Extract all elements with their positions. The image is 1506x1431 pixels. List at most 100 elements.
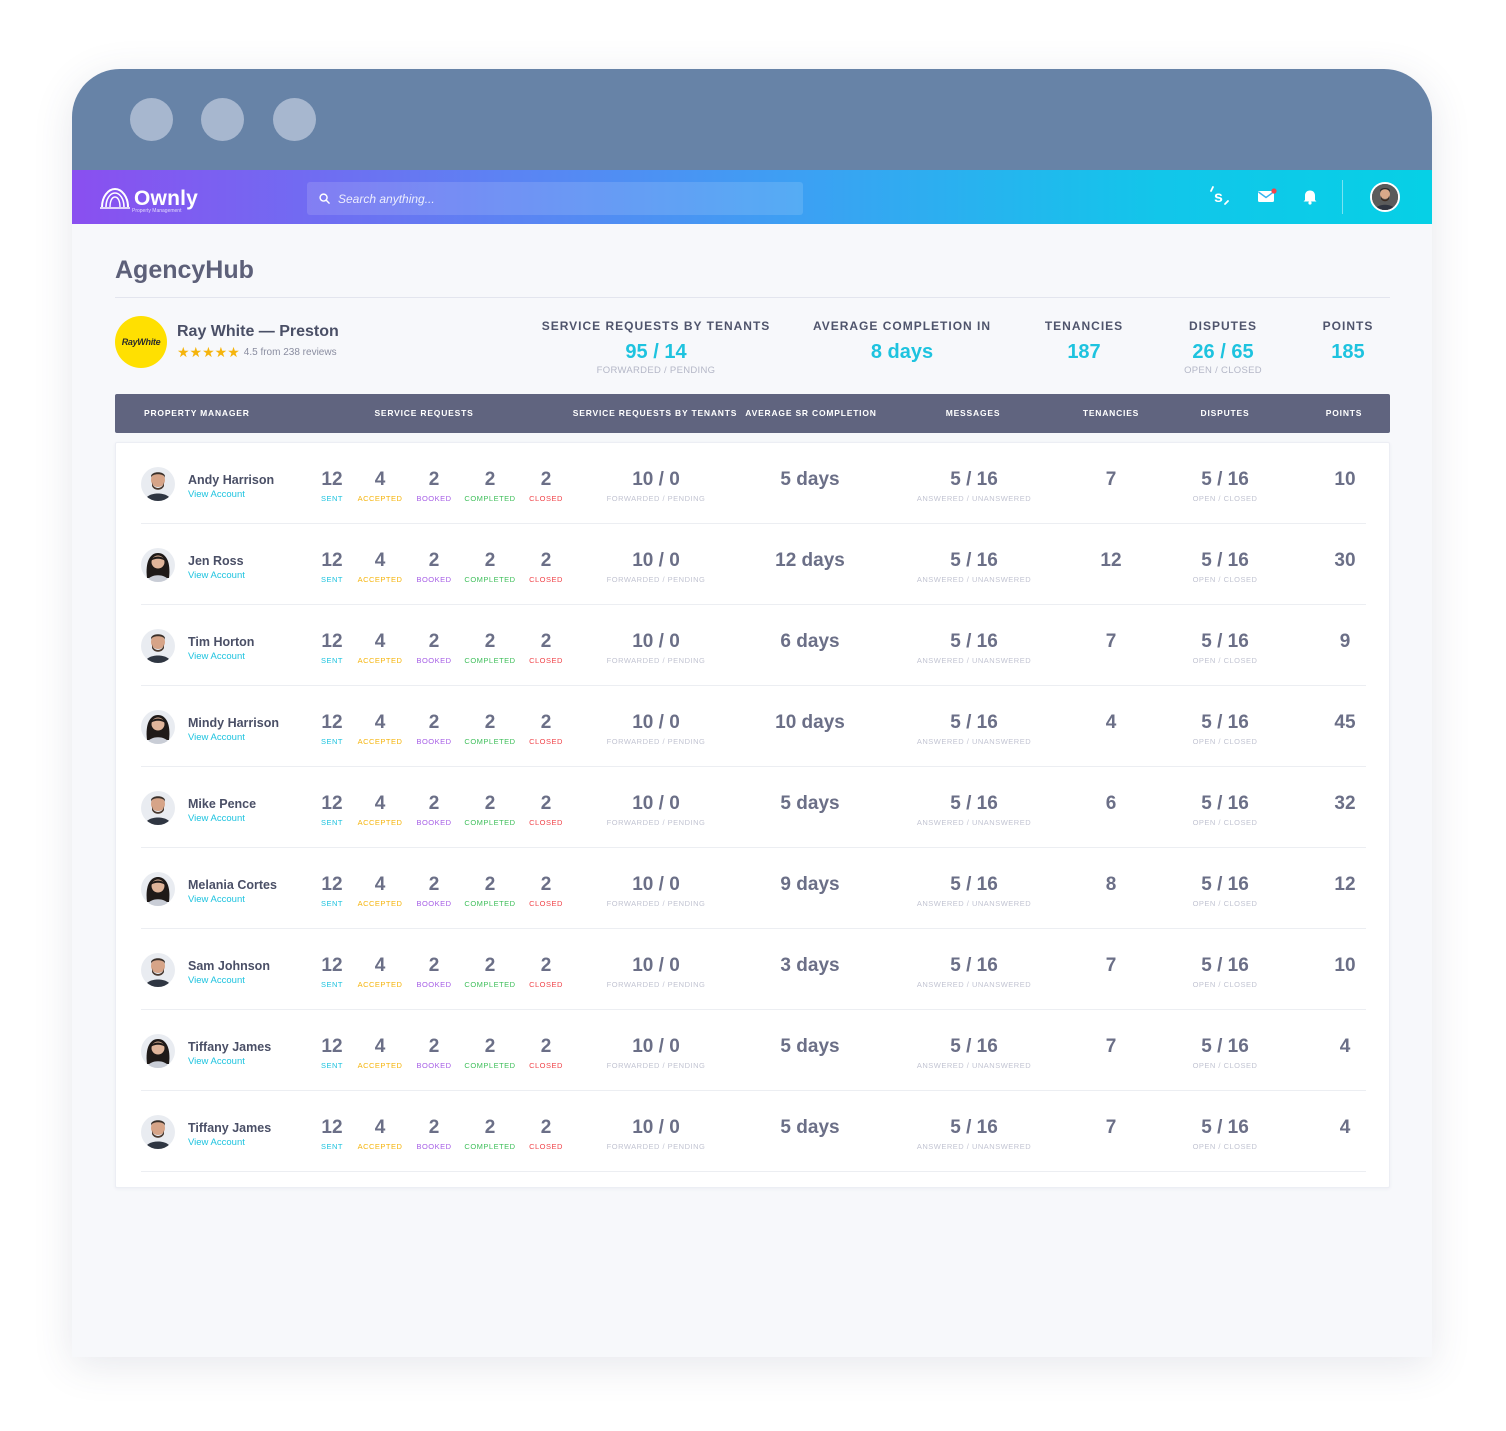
logo-subtext: Property Management	[132, 208, 182, 214]
sr-accepted-label: ACCEPTED	[357, 899, 403, 908]
header-service-requests[interactable]: SERVICE REQUESTS	[374, 394, 473, 433]
sr-sent-label: SENT	[320, 494, 344, 503]
agency-summary: RayWhite Ray White — Preston ★★★★★ 4.5 f…	[115, 316, 415, 368]
sr-closed-label: CLOSED	[529, 1142, 563, 1151]
sr-booked-label: BOOKED	[416, 1061, 452, 1070]
table-header: PROPERTY MANAGER SERVICE REQUESTS SERVIC…	[115, 394, 1390, 433]
sr-accepted-value: 4	[374, 793, 386, 814]
header-tenancies[interactable]: TENANCIES	[1083, 394, 1139, 433]
search-input[interactable]	[338, 191, 778, 206]
avg-sr-completion-value: 5 days	[780, 1036, 840, 1057]
view-account-link[interactable]: View Account	[188, 975, 245, 986]
search-icon	[319, 193, 330, 204]
sr-closed-value: 2	[540, 712, 552, 733]
view-account-link[interactable]: View Account	[188, 489, 245, 500]
header-disputes[interactable]: DISPUTES	[1201, 394, 1250, 433]
points-value: 12	[1334, 874, 1356, 895]
star-rating-icon: ★★★★★	[177, 344, 240, 360]
logo-text: Ownly	[134, 186, 199, 210]
sr-completed-value: 2	[484, 550, 496, 571]
view-account-link[interactable]: View Account	[188, 651, 245, 662]
sr-by-tenants: 10 / 0 FORWARDED / PENDING	[607, 1117, 706, 1151]
manager-avatar	[141, 629, 175, 663]
view-account-link[interactable]: View Account	[188, 813, 245, 824]
sr-completed: 2 COMPLETED	[464, 1117, 515, 1151]
avg-sr-completion-value: 5 days	[780, 1117, 840, 1138]
ownly-logo[interactable]: Ownly Property Management	[98, 182, 198, 214]
sr-sent: 12 SENT	[321, 712, 343, 746]
sr-by-tenants-label: FORWARDED / PENDING	[606, 737, 706, 746]
view-account-link[interactable]: View Account	[188, 1056, 245, 1067]
mail-icon[interactable]	[1257, 188, 1277, 204]
sr-completed-value: 2	[484, 631, 496, 652]
sr-accepted: 4 ACCEPTED	[358, 469, 403, 503]
header-points[interactable]: POINTS	[1326, 394, 1362, 433]
points: 45	[1334, 712, 1355, 734]
disputes-label: OPEN / CLOSED	[1192, 899, 1258, 908]
header-sr-by-tenants[interactable]: SERVICE REQUESTS BY TENANTS	[573, 394, 737, 433]
points-value: 4	[1339, 1117, 1351, 1138]
header-avg-sr-completion[interactable]: AVERAGE SR COMPLETION	[745, 394, 876, 433]
sr-closed-value: 2	[540, 550, 552, 571]
sr-sent-label: SENT	[320, 737, 344, 746]
points: 9	[1340, 631, 1351, 653]
messages-label: ANSWERED / UNANSWERED	[916, 575, 1032, 584]
manager-avatar	[141, 710, 175, 744]
sr-completed-value: 2	[484, 1036, 496, 1057]
window-dot-minimize[interactable]	[201, 98, 244, 141]
points: 4	[1340, 1036, 1351, 1058]
points: 32	[1334, 793, 1355, 815]
tenancies-value: 7	[1105, 1117, 1117, 1138]
manager-avatar	[141, 548, 175, 582]
messages: 5 / 16 ANSWERED / UNANSWERED	[917, 712, 1031, 746]
sr-closed-label: CLOSED	[529, 980, 563, 989]
messages-label: ANSWERED / UNANSWERED	[916, 818, 1032, 827]
sr-closed-label: CLOSED	[529, 737, 563, 746]
sr-accepted: 4 ACCEPTED	[358, 874, 403, 908]
avg-sr-completion: 10 days	[775, 712, 845, 734]
user-avatar[interactable]	[1370, 182, 1400, 212]
sr-booked: 2 BOOKED	[416, 712, 451, 746]
sr-booked-value: 2	[428, 874, 440, 895]
sr-booked-label: BOOKED	[416, 818, 452, 827]
sr-accepted: 4 ACCEPTED	[358, 550, 403, 584]
view-account-link[interactable]: View Account	[188, 1137, 245, 1148]
sr-booked: 2 BOOKED	[416, 469, 451, 503]
view-account-link[interactable]: View Account	[188, 570, 245, 581]
search-bar[interactable]	[307, 182, 803, 215]
messages: 5 / 16 ANSWERED / UNANSWERED	[917, 1036, 1031, 1070]
bell-icon[interactable]	[1302, 188, 1318, 205]
disputes-label: OPEN / CLOSED	[1192, 737, 1258, 746]
sr-accepted-label: ACCEPTED	[357, 980, 403, 989]
sr-by-tenants-value: 10 / 0	[632, 874, 680, 895]
sr-sent: 12 SENT	[321, 955, 343, 989]
sr-booked-value: 2	[428, 631, 440, 652]
manager-name: Tiffany James	[188, 1040, 272, 1054]
sr-sent: 12 SENT	[321, 550, 343, 584]
sr-booked-label: BOOKED	[416, 1142, 452, 1151]
browser-chrome	[72, 69, 1432, 170]
header-messages[interactable]: MESSAGES	[946, 394, 1001, 433]
sr-sent-label: SENT	[320, 1142, 344, 1151]
header-property-manager[interactable]: PROPERTY MANAGER	[144, 394, 250, 433]
disputes: 5 / 16 OPEN / CLOSED	[1193, 1036, 1258, 1070]
sr-booked: 2 BOOKED	[416, 1117, 451, 1151]
s-logo-icon[interactable]: s	[1206, 183, 1232, 209]
table-row: Mindy Harrison View Account 12 SENT 4 ACCE…	[141, 686, 1366, 767]
points-value: 10	[1334, 469, 1356, 490]
window-dot-close[interactable]	[130, 98, 173, 141]
disputes-label: OPEN / CLOSED	[1192, 980, 1258, 989]
view-account-link[interactable]: View Account	[188, 894, 245, 905]
view-account-link[interactable]: View Account	[188, 732, 245, 743]
tenancies-value: 6	[1105, 793, 1117, 814]
sr-sent: 12 SENT	[321, 1117, 343, 1151]
sr-by-tenants-label: FORWARDED / PENDING	[606, 575, 706, 584]
tenancies-value: 12	[1100, 550, 1122, 571]
sr-sent-value: 12	[321, 550, 343, 571]
window-dot-maximize[interactable]	[273, 98, 316, 141]
disputes: 5 / 16 OPEN / CLOSED	[1193, 955, 1258, 989]
messages: 5 / 16 ANSWERED / UNANSWERED	[917, 550, 1031, 584]
sr-completed-label: COMPLETED	[464, 1142, 516, 1151]
sr-accepted: 4 ACCEPTED	[358, 1117, 403, 1151]
sr-sent: 12 SENT	[321, 631, 343, 665]
